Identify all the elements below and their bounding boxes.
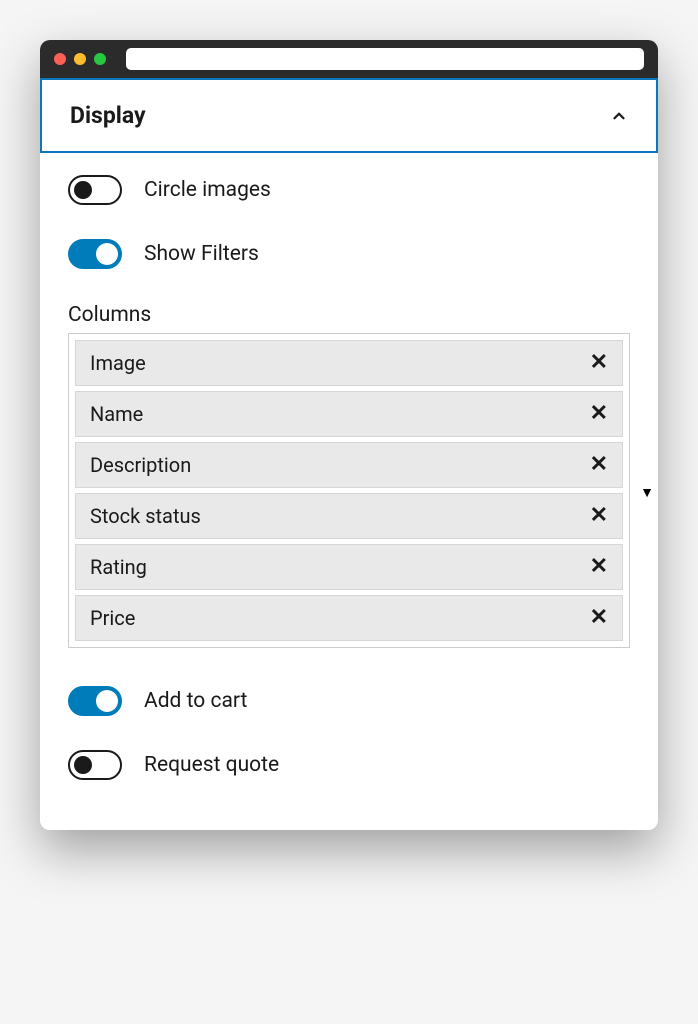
remove-icon[interactable]: ✕ [590,505,608,527]
window-maximize-icon[interactable] [94,53,106,65]
column-item-label: Price [90,606,135,630]
column-item[interactable]: Price ✕ [75,595,623,641]
circle-images-toggle[interactable] [68,175,122,205]
display-accordion-header[interactable]: Display [40,78,658,153]
request-quote-row: Request quote [68,750,630,780]
columns-select[interactable]: Image ✕ Name ✕ Description ✕ Stock statu… [68,333,630,648]
remove-icon[interactable]: ✕ [590,556,608,578]
column-item-label: Stock status [90,504,201,528]
column-item[interactable]: Description ✕ [75,442,623,488]
remove-icon[interactable]: ✕ [590,454,608,476]
toggle-knob [96,690,118,712]
remove-icon[interactable]: ✕ [590,607,608,629]
dropdown-caret-icon[interactable]: ▼ [640,484,654,501]
add-to-cart-row: Add to cart [68,686,630,716]
toggle-knob [96,243,118,265]
address-bar[interactable] [126,48,644,70]
remove-icon[interactable]: ✕ [590,403,608,425]
column-item-label: Image [90,351,146,375]
column-item-label: Name [90,402,143,426]
columns-label: Columns [68,303,630,327]
toggle-knob [74,756,92,774]
column-item-label: Description [90,453,191,477]
show-filters-row: Show Filters [68,239,630,269]
circle-images-label: Circle images [144,178,271,202]
accordion-title: Display [70,102,146,129]
add-to-cart-label: Add to cart [144,689,247,713]
request-quote-toggle[interactable] [68,750,122,780]
browser-window: Display Circle images Show Filters Colum… [40,40,658,830]
column-item[interactable]: Stock status ✕ [75,493,623,539]
titlebar [40,40,658,78]
circle-images-row: Circle images [68,175,630,205]
columns-wrapper: Image ✕ Name ✕ Description ✕ Stock statu… [68,333,630,648]
settings-body: Circle images Show Filters Columns Image… [40,153,658,800]
show-filters-toggle[interactable] [68,239,122,269]
remove-icon[interactable]: ✕ [590,352,608,374]
window-minimize-icon[interactable] [74,53,86,65]
settings-panel: Display Circle images Show Filters Colum… [40,78,658,830]
request-quote-label: Request quote [144,753,279,777]
add-to-cart-toggle[interactable] [68,686,122,716]
window-close-icon[interactable] [54,53,66,65]
column-item[interactable]: Image ✕ [75,340,623,386]
column-item[interactable]: Rating ✕ [75,544,623,590]
chevron-up-icon [610,107,628,125]
column-item-label: Rating [90,555,147,579]
toggle-knob [74,181,92,199]
show-filters-label: Show Filters [144,242,259,266]
column-item[interactable]: Name ✕ [75,391,623,437]
